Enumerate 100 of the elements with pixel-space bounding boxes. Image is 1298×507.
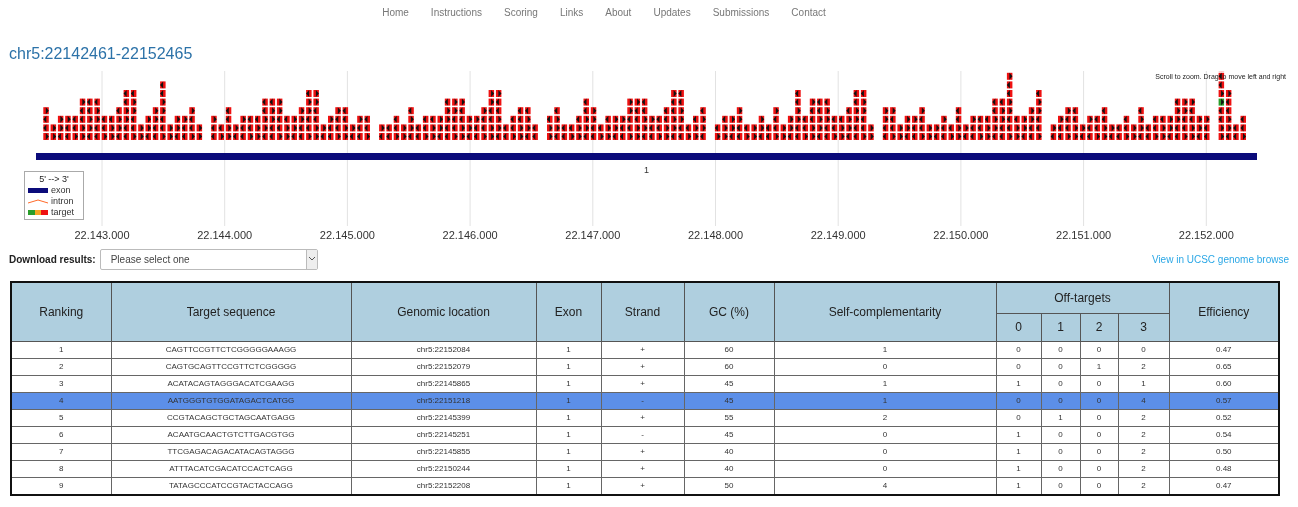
table-cell: 0 [1080,443,1118,460]
table-cell: 0 [1041,358,1080,375]
column-header: Efficiency [1169,282,1280,341]
region-title: chr5:22142461-22152465 [9,44,194,64]
table-cell: 1 [536,392,601,409]
axis-tick-label: 22.145.000 [319,229,375,241]
caret-icon [308,257,315,261]
table-cell: 0 [1080,375,1118,392]
download-label: Download results: [9,253,96,265]
table-cell: 60 [684,358,774,375]
table-cell: 0 [1041,426,1080,443]
table-cell: 1 [774,375,996,392]
table-cell: 0 [1041,341,1080,358]
table-cell: 1 [996,443,1041,460]
table-cell: chr5:22150244 [351,460,536,477]
table-cell: 0 [1080,426,1118,443]
table-cell: 0 [1118,341,1170,358]
table-cell: 1 [996,426,1041,443]
table-cell: 7 [11,443,111,460]
table-cell: 0 [1080,409,1118,426]
table-cell: 0 [996,358,1041,375]
table-cell: TTCGAGACAGACATACAGTAGGG [111,443,351,460]
table-cell: 1 [11,341,111,358]
table-cell: chr5:22152079 [351,358,536,375]
nav-link[interactable]: About [605,6,632,20]
table-cell: 1 [774,392,996,409]
table-cell: + [601,341,684,358]
table-cell: 45 [684,426,774,443]
table-cell: CAGTTCCGTTCTCGGGGGAAAGG [111,341,351,358]
legend-label: exon [51,185,71,195]
table-cell: 5 [11,409,111,426]
nav-link[interactable]: Submissions [712,6,770,20]
table-cell: + [601,375,684,392]
table-cell: 0 [996,341,1041,358]
axis-tick-label: 22.147.000 [565,229,621,241]
table-cell: 1 [536,443,601,460]
table-cell: 0 [1041,375,1080,392]
table-cell: 2 [1118,426,1170,443]
axis-tick-label: 22.150.000 [933,229,989,241]
axis-tick-label: 22.151.000 [1056,229,1112,241]
table-cell: - [601,392,684,409]
nav-link[interactable]: Scoring [504,6,538,20]
table-cell: 0 [1080,341,1118,358]
table-cell: 3 [11,375,111,392]
table-cell: 1 [1041,409,1080,426]
table-cell: chr5:22145251 [351,426,536,443]
axis-tick-label: 22.143.000 [74,229,130,241]
table-cell: CAGTGCAGTTCCGTTCTCGGGGG [111,358,351,375]
table-cell: 1 [1080,358,1118,375]
table-cell: ATTTACATCGACATCCACTCAGG [111,460,351,477]
table-cell: AATGGGTGTGGATAGACTCATGG [111,392,351,409]
table-cell: 2 [1118,409,1170,426]
exon-number: 1 [644,165,649,175]
table-cell: chr5:22152084 [351,341,536,358]
table-cell: 0 [774,358,996,375]
table-cell: 4 [11,392,111,409]
nav-link[interactable]: Instructions [430,6,482,20]
download-select[interactable]: Please select one [99,248,318,270]
table-cell: 0 [1080,392,1118,409]
table-cell: 0 [996,392,1041,409]
table-cell: ACAATGCAACTGTCTTGACGTGG [111,426,351,443]
column-header: Target sequence [111,282,351,341]
table-cell: chr5:22151218 [351,392,536,409]
column-group-header: Off-targets [996,282,1170,313]
table-cell: 1 [536,375,601,392]
nav-link[interactable]: Home [382,6,409,20]
ucsc-link[interactable]: View in UCSC genome browse [1151,253,1289,265]
nav-link[interactable]: Contact [791,6,826,20]
legend-title: 5' --> 3' [38,174,70,184]
nav-link[interactable]: Links [559,6,584,20]
table-cell: chr5:22145855 [351,443,536,460]
table-cell: 2 [1118,460,1170,477]
target-swatch-icon [28,209,48,215]
table-cell: 0 [1041,443,1080,460]
column-header: Exon [536,282,601,341]
table-cell: 55 [684,409,774,426]
legend-label: intron [51,196,74,206]
table-cell: + [601,409,684,426]
table-cell: 0 [1041,392,1080,409]
table-cell: 1 [996,460,1041,477]
table-cell: 0 [774,460,996,477]
table-cell: 6 [11,426,111,443]
table-cell: 2 [11,358,111,375]
table-cell: 2 [774,409,996,426]
table-cell: - [601,426,684,443]
table-cell: 40 [684,460,774,477]
legend-label: target [51,207,74,217]
table-cell: 2 [1118,443,1170,460]
table-cell: 0 [1041,460,1080,477]
axis-tick-label: 22.144.000 [197,229,253,241]
axis-tick-label: 22.148.000 [687,229,744,241]
table-cell: 0 [774,426,996,443]
table-cell: 4 [1118,392,1170,409]
table-cell: 40 [684,443,774,460]
exon-swatch-icon [28,187,48,193]
table-cell: 8 [11,460,111,477]
table-cell: 2 [1118,358,1170,375]
axis-tick-label: 22.152.000 [1178,229,1234,241]
nav-link[interactable]: Updates [653,6,691,20]
table-cell: 1 [536,341,601,358]
